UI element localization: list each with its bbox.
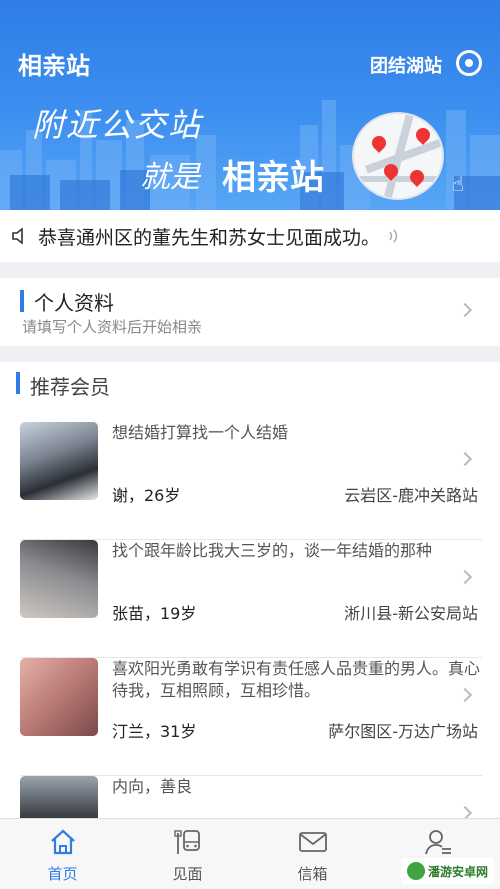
tab-meet[interactable]: 见面 [125,819,250,889]
slogan-line-2a: 就是 [140,160,200,195]
map-illustration [352,112,444,200]
member-location: 云岩区-鹿冲关路站 [344,486,478,505]
member-avatar [20,776,98,818]
member-name-age: 谢，26岁 [112,486,181,505]
member-card[interactable]: 想结婚打算找一个人结婚 谢，26岁 云岩区-鹿冲关路站 [20,422,482,540]
header-banner: 相亲站 团结湖站 附近公交站 就是 相亲站 ☝ [0,0,500,210]
home-icon [51,829,75,855]
member-card[interactable]: 找个跟年龄比我大三岁的，谈一年结婚的那种 张苗，19岁 淅川县-新公安局站 [20,540,482,658]
slogan-line-1: 附近公交站 [32,106,203,144]
locate-icon[interactable] [456,50,482,76]
member-avatar [20,658,98,736]
sound-wave-icon [389,229,398,243]
section-title: 推荐会员 [30,375,110,399]
site-watermark: 潘游安卓网 [400,858,494,884]
chevron-right-icon [457,302,473,318]
member-bio: 喜欢阳光勇敢有学识有责任感人品贵重的男人。真心待我，互相照顾，互相珍惜。 [112,659,481,700]
speaker-icon [12,227,23,245]
chevron-right-icon [457,569,473,585]
member-avatar [20,540,98,618]
member-location: 萨尔图区-万达广场站 [328,722,478,741]
slogan-line-2b: 相亲站 [222,158,324,198]
member-bio: 想结婚打算找一个人结婚 [112,423,289,442]
tab-label: 信箱 [297,865,328,883]
user-list-icon [425,830,451,855]
recommended-members-section: 推荐会员 想结婚打算找一个人结婚 谢，26岁 云岩区-鹿冲关路站 找个跟年龄比我… [0,362,500,818]
success-notice-bar: 恭喜通州区的董先生和苏女士见面成功。 [0,210,500,262]
member-card[interactable]: 喜欢阳光勇敢有学识有责任感人品贵重的男人。真心待我，互相照顾，互相珍惜。 汀兰，… [20,658,482,776]
tab-label: 首页 [47,865,78,883]
member-card[interactable]: 内向，善良 [20,776,482,818]
mail-icon [299,832,327,852]
current-station-label[interactable]: 团结湖站 [370,52,442,78]
hand-pointer-icon: ☝ [452,172,465,196]
profile-title: 个人资料 [34,291,114,315]
profile-subtitle: 请填写个人资料后开始相亲 [22,318,203,336]
member-avatar [20,422,98,500]
watermark-text: 潘游安卓网 [427,864,488,879]
tab-home[interactable]: 首页 [0,819,125,889]
member-name-age: 汀兰，31岁 [112,722,197,741]
section-accent-bar [16,372,20,394]
member-location: 淅川县-新公安局站 [344,604,478,623]
bus-stop-icon [174,830,200,854]
member-bio: 内向，善良 [112,777,193,796]
watermark-logo-icon [406,862,425,880]
tab-mailbox[interactable]: 信箱 [250,819,375,889]
section-accent-bar [20,290,24,312]
tab-label: 见面 [172,865,203,883]
notice-text: 恭喜通州区的董先生和苏女士见面成功。 [38,226,381,249]
chevron-right-icon [457,805,473,818]
app-title: 相亲站 [18,52,90,80]
chevron-right-icon [457,451,473,467]
member-name-age: 张苗，19岁 [112,604,197,623]
profile-card[interactable]: 个人资料 请填写个人资料后开始相亲 [0,278,500,346]
member-bio: 找个跟年龄比我大三岁的，谈一年结婚的那种 [112,541,433,560]
